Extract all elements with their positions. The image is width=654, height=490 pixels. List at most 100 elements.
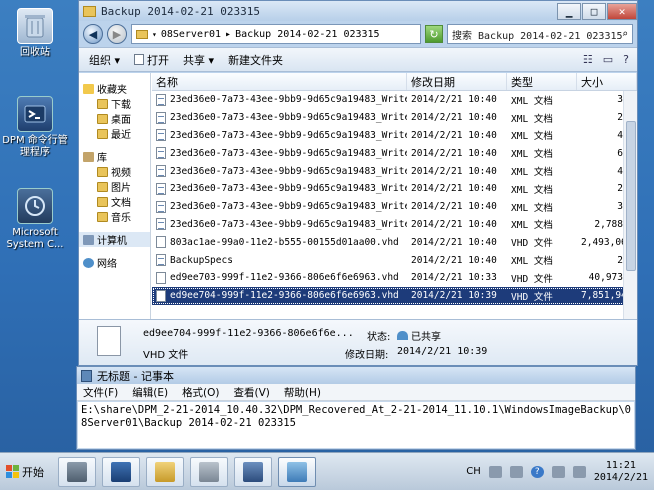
- preview-pane-icon[interactable]: ▭: [603, 53, 613, 66]
- network-tray-icon[interactable]: [551, 465, 565, 478]
- address-bar[interactable]: ▾ 08Server01 ▸ Backup 2014-02-21 023315: [131, 24, 421, 44]
- taskbar-drive[interactable]: [190, 456, 228, 487]
- nav-computer[interactable]: 计算机: [79, 232, 150, 247]
- close-icon: ✕: [618, 4, 626, 18]
- vertical-scrollbar[interactable]: [623, 91, 637, 319]
- explorer-titlebar[interactable]: Backup 2014-02-21 023315 ▁ □ ✕: [79, 1, 637, 21]
- view-options-icon[interactable]: ☷: [583, 53, 593, 66]
- nav-recent[interactable]: 最近: [79, 126, 150, 141]
- new-folder-button[interactable]: 新建文件夹: [228, 52, 283, 68]
- file-row[interactable]: BackupSpecs 2014/2/21 10:40 XML 文档 2: [152, 251, 637, 269]
- nav-favorites[interactable]: 收藏夹: [79, 81, 150, 96]
- details-date-value: 2014/2/21 10:39: [397, 346, 488, 357]
- menu-view[interactable]: 查看(V): [234, 385, 270, 400]
- refresh-button[interactable]: ↻: [425, 25, 443, 43]
- help-icon[interactable]: ?: [623, 53, 629, 66]
- nav-network[interactable]: 网络: [79, 255, 150, 270]
- desktop-icon-dpm-shell[interactable]: DPM 命令行管理程序: [2, 96, 68, 159]
- file-list: 名称 修改日期 类型 大小 23ed36e0-7a73-43ee-9bb9-9d…: [152, 73, 637, 319]
- xml-file-icon: [156, 93, 166, 106]
- share-button[interactable]: 共享 ▾: [183, 52, 214, 68]
- back-button[interactable]: ◀: [83, 24, 103, 44]
- file-row[interactable]: 23ed36e0-7a73-43ee-9bb9-9d65c9a19483_Wri…: [152, 91, 637, 109]
- recycle-bin-icon: [17, 8, 53, 44]
- arrow-right-icon: ▶: [112, 27, 122, 41]
- nav-videos[interactable]: 视频: [79, 164, 150, 179]
- menu-format[interactable]: 格式(O): [182, 385, 219, 400]
- breadcrumb-08server01[interactable]: 08Server01: [161, 29, 221, 40]
- nav-pictures[interactable]: 图片: [79, 179, 150, 194]
- taskbar-powershell[interactable]: [102, 456, 140, 487]
- nav-label: 图片: [111, 183, 131, 194]
- file-type: XML 文档: [511, 167, 553, 179]
- server-manager-icon: [67, 461, 87, 482]
- nav-downloads[interactable]: 下载: [79, 96, 150, 111]
- drive-icon: [199, 461, 219, 482]
- nav-documents[interactable]: 文档: [79, 194, 150, 209]
- help-icon[interactable]: ?: [530, 465, 544, 478]
- close-button[interactable]: ✕: [607, 2, 637, 20]
- file-name-cell: ed9ee703-999f-11e2-9366-806e6f6e6963.vhd: [152, 271, 407, 284]
- taskbar-server-manager[interactable]: [58, 456, 96, 487]
- file-name: 23ed36e0-7a73-43ee-9bb9-9d65c9a19483_Wri…: [170, 183, 407, 195]
- column-header-size[interactable]: 大小: [577, 73, 637, 90]
- file-row[interactable]: 23ed36e0-7a73-43ee-9bb9-9d65c9a19483_Wri…: [152, 162, 637, 180]
- notepad-text-area[interactable]: E:\share\DPM_2-21-2014_10.40.32\DPM_Reco…: [78, 402, 634, 448]
- forward-button[interactable]: ▶: [107, 24, 127, 44]
- ime-icon[interactable]: [509, 465, 523, 478]
- file-type: XML 文档: [511, 149, 553, 161]
- file-row[interactable]: 23ed36e0-7a73-43ee-9bb9-9d65c9a19483_Wri…: [152, 180, 637, 198]
- desktop-folder-icon: [97, 113, 108, 124]
- file-name: 23ed36e0-7a73-43ee-9bb9-9d65c9a19483_Wri…: [170, 112, 407, 124]
- menu-help[interactable]: 帮助(H): [284, 385, 321, 400]
- column-header-date[interactable]: 修改日期: [407, 73, 507, 90]
- menu-edit[interactable]: 编辑(E): [132, 385, 168, 400]
- nav-music[interactable]: 音乐: [79, 209, 150, 224]
- window-title: Backup 2014-02-21 023315: [101, 4, 260, 18]
- open-label: 打开: [147, 53, 170, 67]
- open-button[interactable]: 打开: [134, 52, 169, 68]
- desktop-icon-recycle-bin[interactable]: 回收站: [2, 8, 68, 59]
- column-header-type[interactable]: 类型: [507, 73, 577, 90]
- file-row[interactable]: 23ed36e0-7a73-43ee-9bb9-9d65c9a19483_Wri…: [152, 127, 637, 145]
- explorer-body: 收藏夹 下载 桌面 最近 库 视频 图片 文档 音乐 计算机 网络 名称 修改日…: [79, 73, 637, 319]
- organize-button[interactable]: 组织 ▾: [89, 52, 120, 68]
- file-name-cell: 803ac1ae-99a0-11e2-b555-00155d01aa00.vhd: [152, 236, 407, 249]
- file-row[interactable]: ed9ee704-999f-11e2-9366-806e6f6e6963.vhd…: [152, 286, 637, 305]
- nav-desktop[interactable]: 桌面: [79, 111, 150, 126]
- explorer-icon: [155, 461, 175, 482]
- taskbar-explorer[interactable]: [146, 456, 184, 487]
- notepad-titlebar[interactable]: 无标题 - 记事本: [77, 367, 635, 384]
- search-input[interactable]: 搜索 Backup 2014-02-21 023315 ⌕: [447, 24, 633, 44]
- nav-libraries[interactable]: 库: [79, 149, 150, 164]
- taskbar-notepad[interactable]: [278, 456, 316, 487]
- file-row[interactable]: 23ed36e0-7a73-43ee-9bb9-9d65c9a19483_Wri…: [152, 109, 637, 127]
- desktop-icon-system-center[interactable]: Microsoft System C...: [2, 188, 68, 251]
- file-row[interactable]: 23ed36e0-7a73-43ee-9bb9-9d65c9a19483_Wri…: [152, 216, 637, 234]
- system-tray: CH ? 11:21 2014/2/21: [466, 460, 654, 484]
- details-state-value: 已共享: [397, 328, 441, 343]
- volume-icon[interactable]: [572, 465, 586, 478]
- file-row[interactable]: 803ac1ae-99a0-11e2-b555-00155d01aa00.vhd…: [152, 233, 637, 251]
- xml-file-icon: [156, 111, 166, 124]
- file-name-cell: 23ed36e0-7a73-43ee-9bb9-9d65c9a19483_Wri…: [152, 147, 407, 160]
- menu-file[interactable]: 文件(F): [83, 385, 118, 400]
- start-button[interactable]: 开始: [2, 457, 52, 487]
- taskbar-dpm[interactable]: [234, 456, 272, 487]
- file-row[interactable]: 23ed36e0-7a73-43ee-9bb9-9d65c9a19483_Wri…: [152, 144, 637, 162]
- keyboard-icon[interactable]: [488, 465, 502, 478]
- open-icon: [134, 54, 145, 65]
- file-name: BackupSpecs: [170, 254, 233, 266]
- maximize-button[interactable]: □: [582, 2, 606, 20]
- language-indicator[interactable]: CH: [466, 466, 481, 477]
- column-header-name[interactable]: 名称: [152, 73, 407, 90]
- system-center-icon: [17, 188, 53, 224]
- clock[interactable]: 11:21 2014/2/21: [594, 460, 648, 484]
- minimize-button[interactable]: ▁: [557, 2, 581, 20]
- scrollbar-thumb[interactable]: [626, 121, 636, 271]
- nav-label: 最近: [111, 130, 131, 141]
- library-icon: [83, 151, 94, 162]
- file-row[interactable]: ed9ee703-999f-11e2-9366-806e6f6e6963.vhd…: [152, 269, 637, 287]
- breadcrumb-backup[interactable]: Backup 2014-02-21 023315: [235, 29, 380, 40]
- file-row[interactable]: 23ed36e0-7a73-43ee-9bb9-9d65c9a19483_Wri…: [152, 198, 637, 216]
